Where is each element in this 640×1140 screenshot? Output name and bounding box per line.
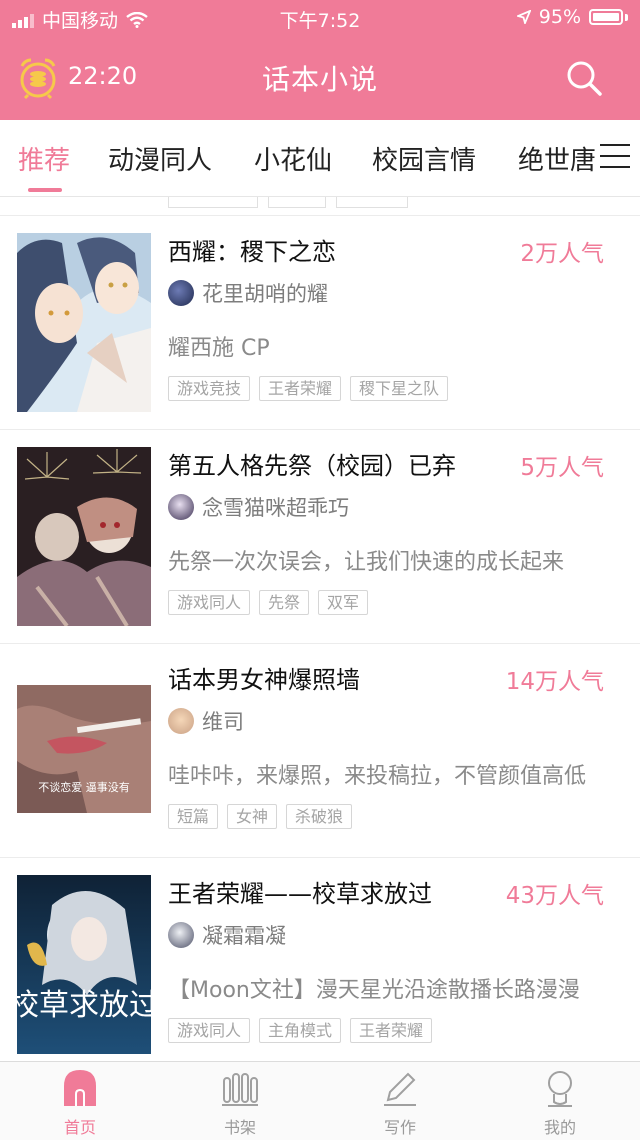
book-description: 耀西施 CP xyxy=(168,336,270,361)
book-cover[interactable]: 不谈恋爱 逼事没有 xyxy=(17,661,151,840)
list-item[interactable]: 西耀：稷下之恋 2万人气 花里胡哨的耀 耀西施 CP 游戏竞技 王者荣耀 稷下星… xyxy=(0,215,640,430)
book-title[interactable]: 西耀：稷下之恋 xyxy=(168,232,336,267)
location-icon xyxy=(516,10,531,24)
tag[interactable]: 游戏同人 xyxy=(168,590,251,615)
cover-caption: 校草求放过 xyxy=(17,988,151,1023)
tag-list: 游戏同人 先祭 双军 xyxy=(168,590,369,615)
author-name: 花里胡哨的耀 xyxy=(202,282,328,306)
avatar xyxy=(168,280,194,306)
tag[interactable]: 主角模式 xyxy=(259,1018,342,1043)
bookshelf-icon xyxy=(222,1073,258,1106)
book-title[interactable]: 王者荣耀——校草求放过 xyxy=(168,874,432,909)
nav-home-label: 首页 xyxy=(63,1118,96,1137)
app-header: 中国移动 下午7:52 95% 22:20 话本小说 xyxy=(0,0,640,120)
book-cover[interactable]: 校草求放过 xyxy=(17,875,151,1054)
book-description: 哇咔咔，来爆照，来投稿拉，不管颜值高低 xyxy=(168,764,587,789)
previous-item-tags xyxy=(168,197,428,213)
tab-juedi-tang[interactable]: 绝世唐 xyxy=(518,140,596,177)
category-tabs: 推荐 动漫同人 小花仙 校园言情 绝世唐 xyxy=(0,120,640,197)
battery-percent: 95% xyxy=(538,6,581,28)
tag[interactable]: 稷下星之队 xyxy=(350,376,449,401)
author-name: 凝霜霜凝 xyxy=(202,924,286,948)
tag-list: 游戏竞技 王者荣耀 稷下星之队 xyxy=(168,376,449,401)
popularity-label: 43万人气 xyxy=(505,883,604,909)
tab-campus-romance[interactable]: 校园言情 xyxy=(372,140,476,177)
nav-write-label: 写作 xyxy=(383,1118,416,1137)
menu-icon[interactable] xyxy=(600,144,630,172)
book-description: 先祭一次次误会，让我们快速的成长起来 xyxy=(168,550,565,575)
search-icon[interactable] xyxy=(564,58,604,98)
book-title[interactable]: 话本男女神爆照墙 xyxy=(168,660,360,695)
author-row[interactable]: 念雪猫咪超乖巧 xyxy=(168,492,349,522)
book-title[interactable]: 第五人格先祭（校园）已弃 xyxy=(168,446,456,481)
tab-anime-fanfic[interactable]: 动漫同人 xyxy=(108,140,212,177)
tag-list: 短篇 女神 杀破狼 xyxy=(168,804,353,829)
profile-icon xyxy=(548,1071,572,1107)
tag[interactable]: 短篇 xyxy=(168,804,219,829)
avatar xyxy=(168,494,194,520)
nav-bar: 22:20 话本小说 xyxy=(0,36,640,120)
active-tab-indicator xyxy=(28,188,62,192)
popularity-label: 14万人气 xyxy=(505,669,604,695)
book-cover[interactable] xyxy=(17,447,151,626)
battery-icon xyxy=(589,9,623,25)
book-list: 西耀：稷下之恋 2万人气 花里胡哨的耀 耀西施 CP 游戏竞技 王者荣耀 稷下星… xyxy=(0,197,640,1061)
home-icon xyxy=(64,1070,96,1106)
tab-xiaohuaxian[interactable]: 小花仙 xyxy=(254,140,332,177)
nav-profile-label: 我的 xyxy=(543,1118,576,1137)
list-item[interactable]: 不谈恋爱 逼事没有 话本男女神爆照墙 14万人气 维司 哇咔咔，来爆照，来投稿拉… xyxy=(0,643,640,858)
book-cover[interactable] xyxy=(17,233,151,412)
author-name: 念雪猫咪超乖巧 xyxy=(202,496,349,520)
nav-write[interactable]: 写作 xyxy=(340,1068,460,1138)
tag[interactable]: 游戏同人 xyxy=(168,1018,251,1043)
avatar xyxy=(168,922,194,948)
author-row[interactable]: 花里胡哨的耀 xyxy=(168,278,328,308)
tag-list: 游戏同人 主角模式 王者荣耀 xyxy=(168,1018,433,1043)
status-bar: 中国移动 下午7:52 95% xyxy=(0,0,640,36)
page-title: 话本小说 xyxy=(261,63,378,96)
nav-bookshelf[interactable]: 书架 xyxy=(180,1068,300,1138)
avatar xyxy=(168,708,194,734)
bottom-nav: 首页 书架 写作 我的 xyxy=(0,1061,640,1140)
author-name: 维司 xyxy=(202,710,244,734)
tag[interactable]: 先祭 xyxy=(259,590,310,615)
popularity-label: 5万人气 xyxy=(520,455,604,481)
nav-profile[interactable]: 我的 xyxy=(500,1068,620,1138)
cover-caption: 不谈恋爱 逼事没有 xyxy=(38,780,130,794)
list-item[interactable]: 校草求放过 王者荣耀——校草求放过 43万人气 凝霜霜凝 【Moon文社】漫天星… xyxy=(0,857,640,1061)
list-item[interactable]: 第五人格先祭（校园）已弃 5万人气 念雪猫咪超乖巧 先祭一次次误会，让我们快速的… xyxy=(0,429,640,644)
book-description: 【Moon文社】漫天星光沿途散播长路漫漫 xyxy=(168,978,580,1003)
tag[interactable]: 杀破狼 xyxy=(286,804,353,829)
nav-bookshelf-label: 书架 xyxy=(223,1118,256,1137)
tab-recommend[interactable]: 推荐 xyxy=(18,140,70,177)
popularity-label: 2万人气 xyxy=(520,241,604,267)
tag[interactable]: 双军 xyxy=(318,590,369,615)
author-row[interactable]: 凝霜霜凝 xyxy=(168,920,286,950)
tag[interactable]: 王者荣耀 xyxy=(350,1018,433,1043)
tag[interactable]: 王者荣耀 xyxy=(259,376,342,401)
author-row[interactable]: 维司 xyxy=(168,706,244,736)
tag[interactable]: 游戏竞技 xyxy=(168,376,251,401)
pen-icon xyxy=(384,1072,416,1106)
nav-home[interactable]: 首页 xyxy=(20,1068,140,1138)
tag[interactable]: 女神 xyxy=(227,804,278,829)
